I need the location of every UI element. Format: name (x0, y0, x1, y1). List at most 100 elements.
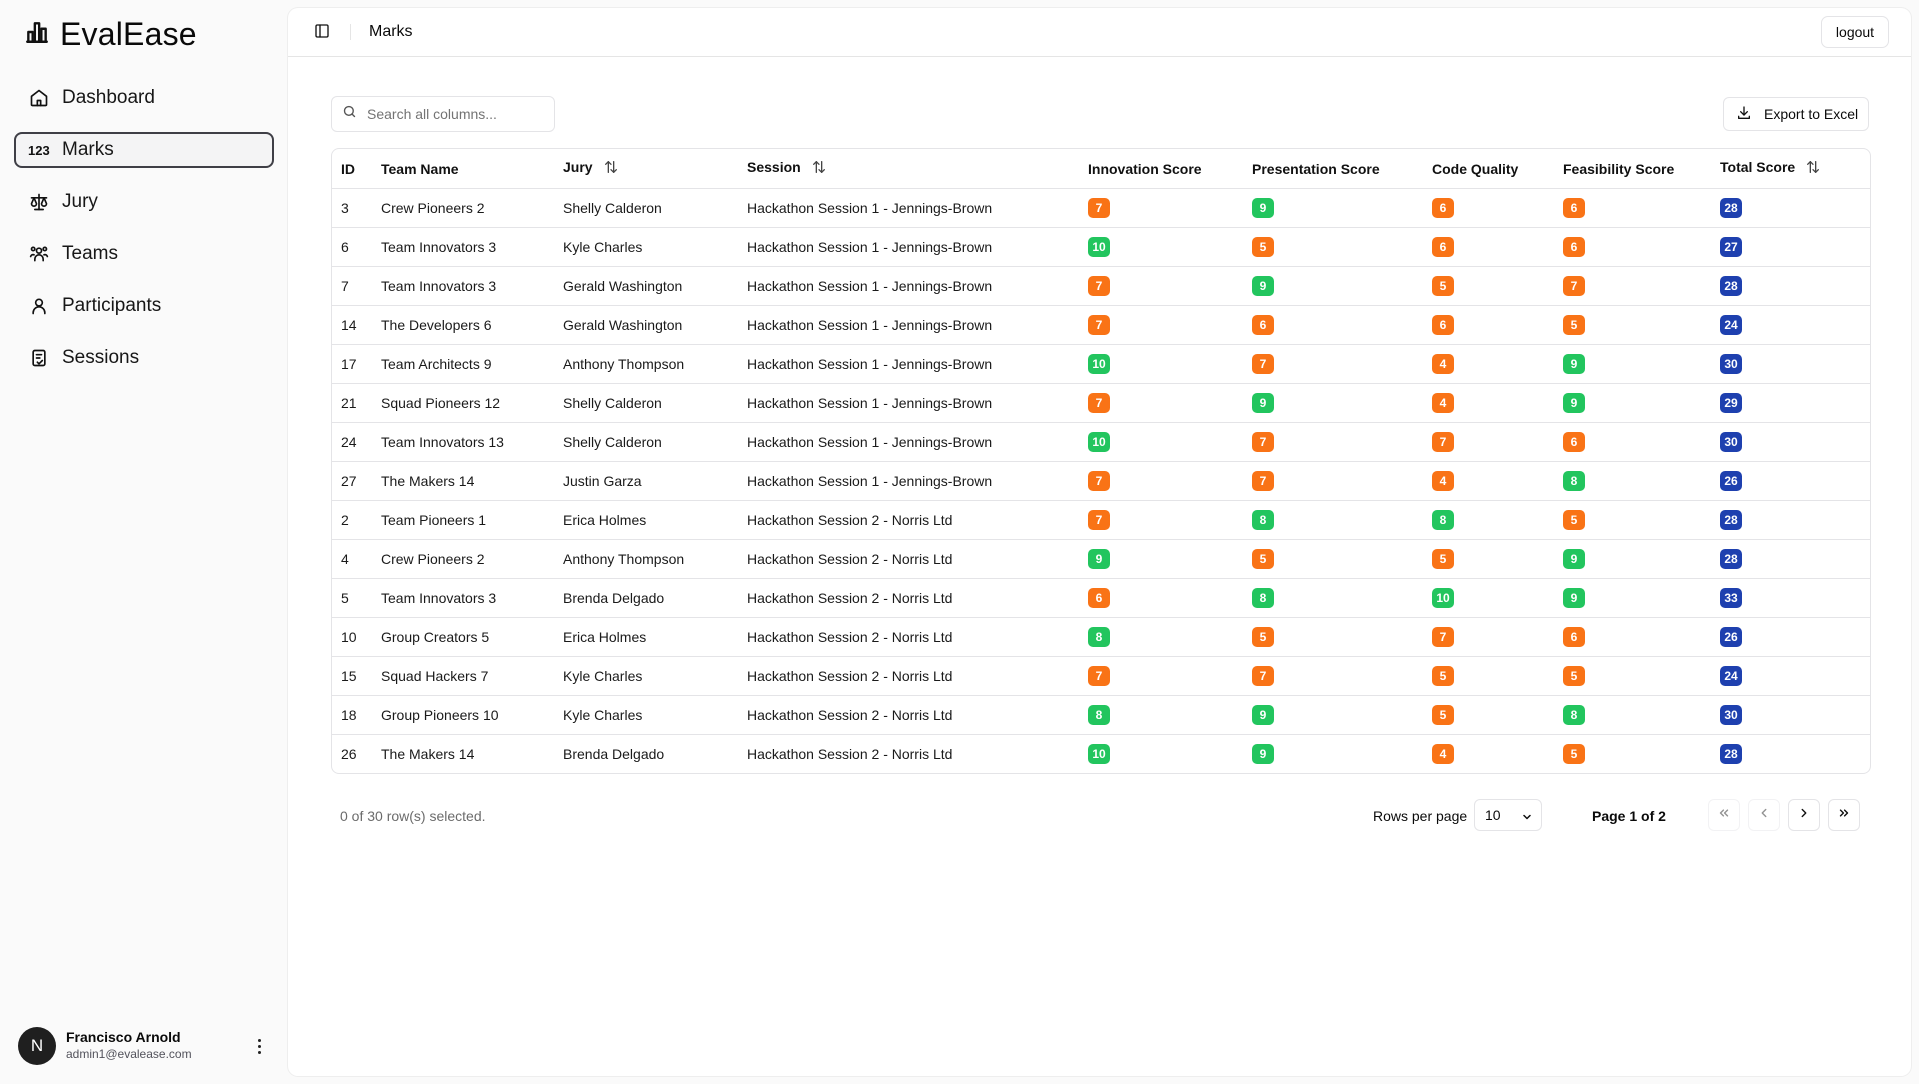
sort-icon[interactable] (811, 159, 827, 178)
table-cell: 5 (1554, 656, 1711, 696)
presentation-score-badge: 7 (1252, 666, 1274, 686)
feasibility-score-badge: 6 (1563, 198, 1585, 218)
table-cell: 33 (1711, 578, 1870, 618)
code-quality-badge: 5 (1432, 705, 1454, 725)
sort-icon[interactable] (1805, 159, 1821, 178)
cell-id: 18 (332, 695, 372, 735)
cell-session: Hackathon Session 2 - Norris Ltd (738, 695, 1079, 735)
table-cell: 6 (1243, 305, 1423, 345)
table-row[interactable]: 21 Squad Pioneers 12 Shelly Calderon Hackat… (332, 383, 1870, 423)
table-cell: 8 (1423, 500, 1554, 540)
first-page-button[interactable] (1708, 799, 1740, 831)
table-cell: 6 (1554, 188, 1711, 228)
column-header-session[interactable]: Session (738, 149, 1079, 189)
user-profile[interactable]: N Francisco Arnold admin1@evalease.com (18, 1026, 268, 1066)
last-page-button[interactable] (1828, 799, 1860, 831)
presentation-score-badge: 9 (1252, 276, 1274, 296)
code-quality-badge: 8 (1432, 510, 1454, 530)
feasibility-score-badge: 9 (1563, 549, 1585, 569)
code-quality-badge: 7 (1432, 432, 1454, 452)
innovation-score-badge: 8 (1088, 627, 1110, 647)
svg-text:123: 123 (28, 143, 50, 158)
cell-jury: Brenda Delgado (554, 578, 738, 618)
more-vertical-icon[interactable] (250, 1034, 268, 1058)
cell-jury: Gerald Washington (554, 305, 738, 345)
brand-name: EvalEase (60, 15, 197, 52)
table-row[interactable]: 18 Group Pioneers 10 Kyle Charles Hackathon… (332, 695, 1870, 735)
previous-page-button[interactable] (1748, 799, 1780, 831)
sidebar-item-marks[interactable]: 123 Marks (14, 132, 274, 168)
sort-icon[interactable] (603, 159, 619, 178)
table-body: 3 Crew Pioneers 2 Shelly Calderon Hackathon… (332, 188, 1870, 774)
cell-session: Hackathon Session 1 - Jennings-Brown (738, 461, 1079, 501)
cell-team-name: Team Architects 9 (372, 344, 554, 384)
cell-jury: Gerald Washington (554, 266, 738, 306)
sidebar-item-teams[interactable]: Teams (14, 236, 274, 272)
topbar: Marks logout (288, 8, 1911, 57)
cell-id: 4 (332, 539, 372, 579)
chevron-left-icon (1757, 806, 1771, 825)
table-row[interactable]: 2 Team Pioneers 1 Erica Holmes Hackathon Se… (332, 500, 1870, 540)
table-row[interactable]: 6 Team Innovators 3 Kyle Charles Hackathon … (332, 227, 1870, 267)
search-input[interactable] (365, 105, 549, 123)
logout-button[interactable]: logout (1821, 16, 1889, 48)
avatar: N (18, 1027, 56, 1065)
rows-per-page-select[interactable]: 10 (1474, 799, 1542, 831)
sidebar-item-participants[interactable]: Participants (14, 288, 274, 324)
code-quality-badge: 6 (1432, 315, 1454, 335)
innovation-score-badge: 9 (1088, 549, 1110, 569)
cell-session: Hackathon Session 2 - Norris Ltd (738, 617, 1079, 657)
presentation-score-badge: 7 (1252, 432, 1274, 452)
cell-team-name: Crew Pioneers 2 (372, 188, 554, 228)
table-cell: 8 (1079, 695, 1243, 735)
table-row[interactable]: 26 The Makers 14 Brenda Delgado Hackathon S… (332, 735, 1870, 774)
next-page-button[interactable] (1788, 799, 1820, 831)
total-score-badge: 28 (1720, 510, 1742, 530)
table-cell: 9 (1243, 695, 1423, 735)
home-icon (28, 87, 50, 109)
search-box[interactable] (331, 96, 555, 132)
sidebar-item-dashboard[interactable]: Dashboard (14, 80, 274, 116)
cell-jury: Anthony Thompson (554, 539, 738, 579)
cell-id: 17 (332, 344, 372, 384)
column-header-jury[interactable]: Jury (554, 149, 738, 189)
presentation-score-badge: 5 (1252, 237, 1274, 257)
sidebar-item-label: Participants (62, 295, 162, 316)
innovation-score-badge: 7 (1088, 666, 1110, 686)
table-row[interactable]: 7 Team Innovators 3 Gerald Washington Hacka… (332, 266, 1870, 306)
table-row[interactable]: 14 The Developers 6 Gerald Washington Hacka… (332, 305, 1870, 345)
table-row[interactable]: 15 Squad Hackers 7 Kyle Charles Hackathon S… (332, 656, 1870, 696)
sidebar-item-label: Dashboard (62, 87, 155, 108)
table-cell: 7 (1079, 461, 1243, 501)
user-info: Francisco Arnold admin1@evalease.com (66, 1029, 192, 1063)
table-row[interactable]: 24 Team Innovators 13 Shelly Calderon Hacka… (332, 422, 1870, 462)
innovation-score-badge: 8 (1088, 705, 1110, 725)
table-cell: 9 (1554, 344, 1711, 384)
sidebar-item-jury[interactable]: Jury (14, 184, 274, 220)
table-row[interactable]: 5 Team Innovators 3 Brenda Delgado Hackatho… (332, 578, 1870, 618)
total-score-badge: 30 (1720, 354, 1742, 374)
presentation-score-badge: 7 (1252, 354, 1274, 374)
table-row[interactable]: 3 Crew Pioneers 2 Shelly Calderon Hackathon… (332, 188, 1870, 228)
download-icon (1736, 105, 1752, 124)
table-row[interactable]: 4 Crew Pioneers 2 Anthony Thompson Hackatho… (332, 539, 1870, 579)
cell-id: 3 (332, 188, 372, 228)
table-row[interactable]: 17 Team Architects 9 Anthony Thompson Hacka… (332, 344, 1870, 384)
table-row[interactable]: 27 The Makers 14 Justin Garza Hackathon Ses… (332, 461, 1870, 501)
brand[interactable]: EvalEase (24, 14, 197, 54)
feasibility-score-badge: 6 (1563, 627, 1585, 647)
sidebar-toggle-icon[interactable] (314, 23, 330, 39)
innovation-score-badge: 10 (1088, 354, 1110, 374)
selection-status: 0 of 30 row(s) selected. (340, 808, 486, 824)
innovation-score-badge: 7 (1088, 393, 1110, 413)
table-cell: 9 (1554, 578, 1711, 618)
user-email: admin1@evalease.com (66, 1047, 192, 1061)
sidebar-item-sessions[interactable]: Sessions (14, 340, 274, 376)
column-header-total-score[interactable]: Total Score (1711, 149, 1870, 189)
total-score-badge: 33 (1720, 588, 1742, 608)
innovation-score-badge: 6 (1088, 588, 1110, 608)
table-cell: 5 (1423, 266, 1554, 306)
chevron-right-icon (1797, 806, 1811, 825)
table-row[interactable]: 10 Group Creators 5 Erica Holmes Hackathon … (332, 617, 1870, 657)
export-to-excel-button[interactable]: Export to Excel (1723, 97, 1869, 131)
